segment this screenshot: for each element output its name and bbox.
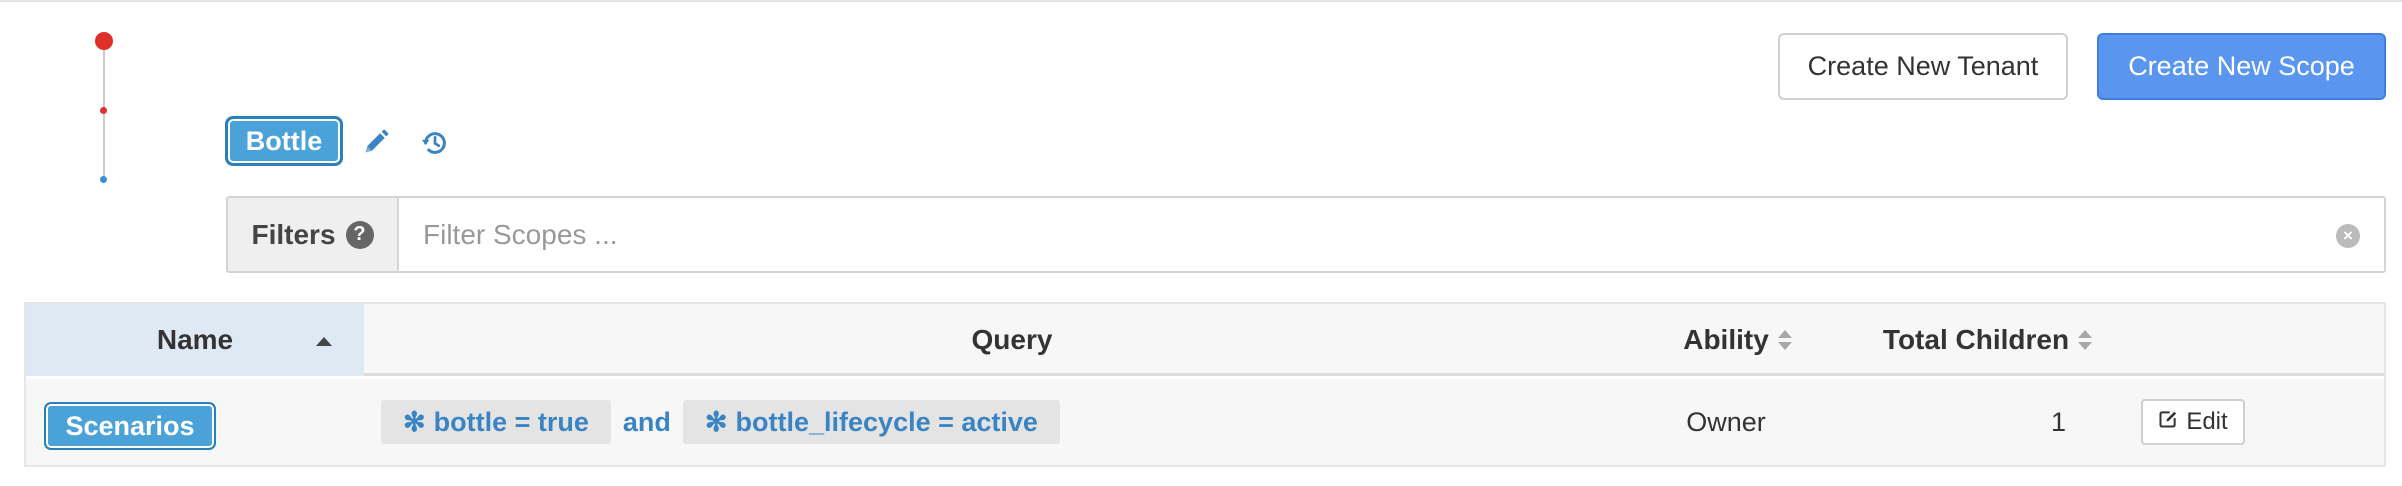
column-header-query: Query xyxy=(364,304,1660,376)
column-header-query-label: Query xyxy=(971,324,1053,355)
top-border xyxy=(0,0,2402,2)
table-header: Name Query Ability Total Children xyxy=(26,304,2384,376)
filter-scopes-input[interactable] xyxy=(399,198,2384,271)
asterisk-icon: ✻ xyxy=(403,406,426,437)
edit-button[interactable]: Edit xyxy=(2141,399,2245,445)
history-icon[interactable] xyxy=(420,128,450,158)
filters-label: Filters ? xyxy=(228,198,399,271)
total-children-value: 1 xyxy=(2050,406,2066,437)
sort-icon[interactable] xyxy=(1778,330,1792,352)
query-joiner: and xyxy=(622,406,671,437)
query-term-text: bottle_lifecycle = active xyxy=(735,406,1038,437)
column-header-name-label: Name xyxy=(156,324,234,355)
scope-tree xyxy=(92,30,116,190)
query-term-text: bottle = true xyxy=(433,406,589,437)
query-cell: ✻ bottle = true and ✻ bottle_lifecycle =… xyxy=(381,399,1060,445)
pencil-icon[interactable] xyxy=(362,128,390,156)
ability-value: Owner xyxy=(1686,406,1766,437)
filter-bar: Filters ? × xyxy=(226,196,2386,273)
query-term[interactable]: ✻ bottle = true xyxy=(381,400,611,444)
tree-current-node[interactable] xyxy=(100,176,107,183)
filters-label-text: Filters xyxy=(251,218,336,250)
create-new-scope-button[interactable]: Create New Scope xyxy=(2097,33,2386,100)
sort-icon[interactable] xyxy=(2078,330,2092,352)
scopes-table: Name Query Ability Total Children Scenar… xyxy=(24,302,2386,467)
column-header-total-children-label: Total Children xyxy=(1882,324,2070,355)
table-row: Scenarios ✻ bottle = true and ✻ bottle_l… xyxy=(26,379,2384,465)
tree-root-node[interactable] xyxy=(95,32,113,50)
scope-name-chip[interactable]: Scenarios xyxy=(44,402,216,450)
asterisk-icon: ✻ xyxy=(704,406,728,437)
sort-ascending-icon[interactable] xyxy=(316,337,332,346)
edit-button-label: Edit xyxy=(2186,408,2228,435)
current-scope-chip[interactable]: Bottle xyxy=(226,117,342,165)
column-header-name[interactable]: Name xyxy=(26,304,364,376)
tree-parent-node[interactable] xyxy=(100,107,107,114)
edit-icon xyxy=(2158,408,2178,436)
query-term[interactable]: ✻ bottle_lifecycle = active xyxy=(682,400,1060,444)
clear-filter-icon[interactable]: × xyxy=(2336,224,2360,248)
create-new-tenant-button[interactable]: Create New Tenant xyxy=(1778,33,2068,100)
help-icon[interactable]: ? xyxy=(345,220,374,249)
column-header-ability-label: Ability xyxy=(1683,324,1769,355)
